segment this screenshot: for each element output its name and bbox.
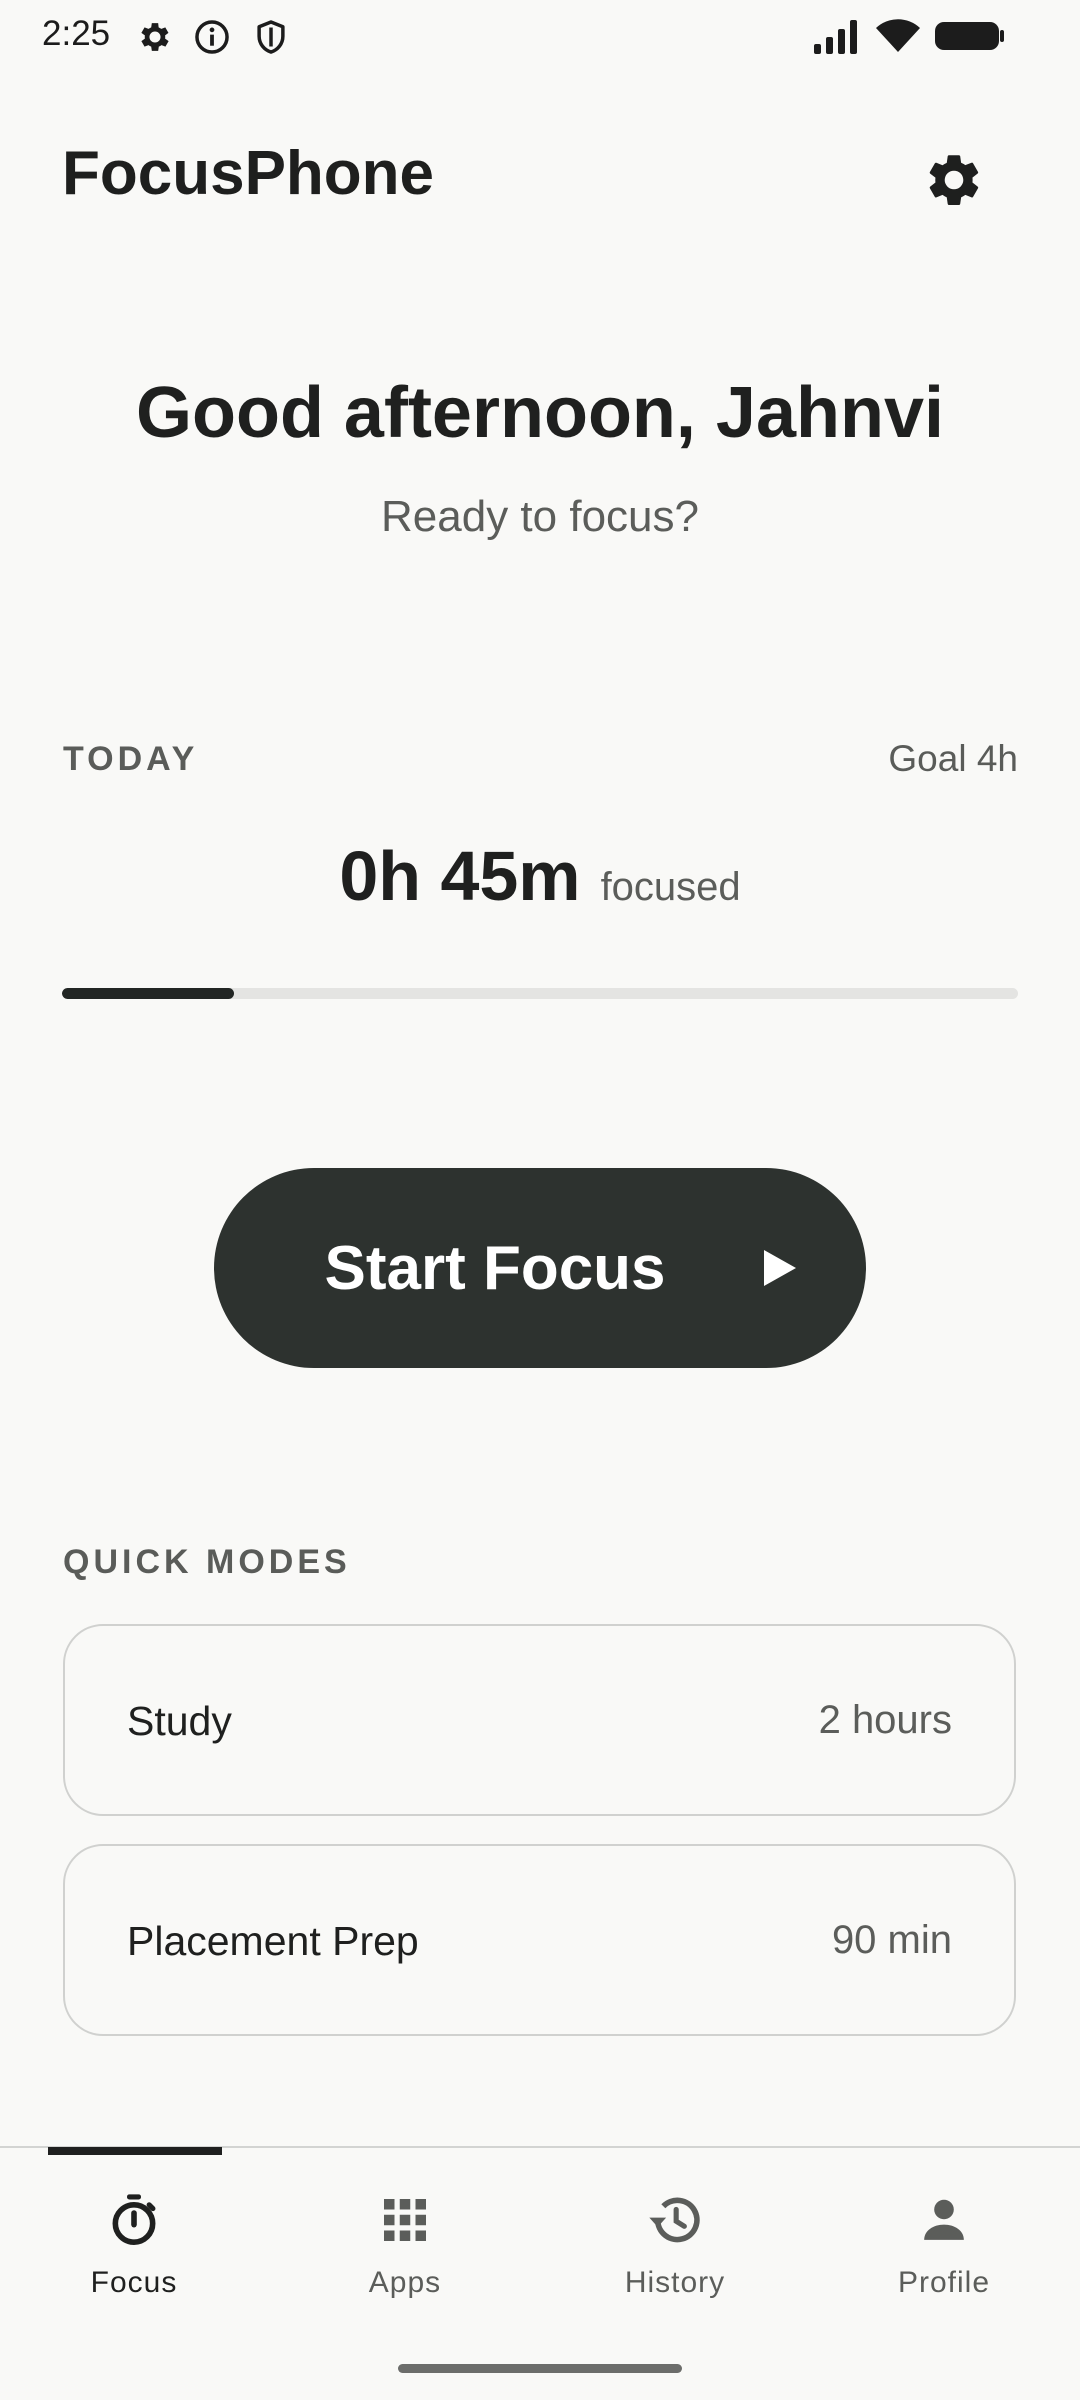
focused-time-row: 0h 45m focused [0,836,1080,916]
app-title: FocusPhone [62,139,435,208]
quick-mode-card-study[interactable]: Study 2 hours [63,1624,1016,1816]
daily-progress-bar [62,988,1018,999]
bottom-nav-active-indicator [48,2147,222,2155]
nav-label: Apps [368,2266,442,2299]
quick-mode-duration: 2 hours [818,1698,952,1742]
quick-mode-card-placement-prep[interactable]: Placement Prep 90 min [63,1844,1016,2036]
nav-label: History [624,2266,726,2299]
nav-item-focus[interactable]: Focus [34,2160,234,2310]
settings-notification-icon [141,23,169,51]
person-icon [924,2199,964,2240]
start-focus-label: Start Focus [324,1233,666,1303]
status-time: 2:25 [42,14,111,53]
battery-icon [935,22,1004,50]
daily-progress-fill [62,988,235,999]
nav-item-apps[interactable]: Apps [305,2160,505,2310]
play-icon [764,1250,796,1286]
focused-time-value: 0h 45m [339,837,581,915]
daily-goal-label: Goal 4h [888,738,1018,779]
greeting-title: Good afternoon, Jahnvi [135,373,945,453]
quick-mode-name: Placement Prep [127,1918,419,1964]
quick-mode-duration: 90 min [831,1918,952,1962]
focused-time-suffix: focused [600,865,741,909]
focus-screen: 2:25 FocusPhone Good afternoon, Jahnvi R… [0,0,1080,2400]
quick-mode-name: Study [127,1698,232,1744]
gear-icon [929,155,979,206]
start-focus-button[interactable]: Start Focus [214,1168,866,1368]
nav-item-history[interactable]: History [575,2160,775,2310]
info-notification-icon [195,20,229,54]
quick-modes-label: QUICK MODES [63,1543,351,1581]
home-indicator[interactable] [398,2364,682,2373]
status-bar: 2:25 [0,0,1080,80]
apps-grid-icon [384,2199,426,2241]
timer-icon [112,2194,156,2245]
wifi-icon [876,19,920,52]
nav-item-profile[interactable]: Profile [844,2160,1044,2310]
settings-button[interactable] [914,140,994,220]
history-icon [649,2197,700,2243]
signal-icon [814,20,857,54]
greeting-subtitle: Ready to focus? [381,492,699,541]
today-section-label: TODAY [63,740,199,778]
nav-label: Focus [90,2266,178,2299]
nav-label: Profile [897,2266,991,2299]
shield-notification-icon [257,20,285,54]
